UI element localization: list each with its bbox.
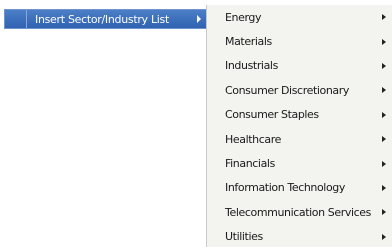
submenu-item-label: Materials <box>225 35 272 49</box>
chevron-right-icon <box>382 209 386 216</box>
sector-submenu: Energy Materials Industrials Consumer Di… <box>206 5 392 247</box>
submenu-item-industrials[interactable]: Industrials <box>207 54 392 78</box>
chevron-right-icon <box>382 160 386 167</box>
insert-sector-industry-list-item[interactable]: Insert Sector/Industry List <box>4 9 208 29</box>
context-menu-canvas: Insert Sector/Industry List Energy Mater… <box>0 0 392 247</box>
submenu-item-energy[interactable]: Energy <box>207 5 392 29</box>
menu-icon-column <box>5 10 27 28</box>
submenu-item-label: Consumer Staples <box>225 108 319 122</box>
submenu-item-label: Industrials <box>225 59 278 73</box>
chevron-right-icon <box>382 62 386 69</box>
submenu-item-information-technology[interactable]: Information Technology <box>207 176 392 200</box>
chevron-right-icon <box>382 184 386 191</box>
submenu-item-consumer-staples[interactable]: Consumer Staples <box>207 103 392 127</box>
submenu-item-utilities[interactable]: Utilities <box>207 225 392 247</box>
chevron-right-icon <box>382 233 386 240</box>
chevron-right-icon <box>197 15 201 23</box>
chevron-right-icon <box>382 87 386 94</box>
submenu-item-financials[interactable]: Financials <box>207 151 392 175</box>
chevron-right-icon <box>382 136 386 143</box>
submenu-item-label: Energy <box>225 10 262 24</box>
submenu-item-label: Consumer Discretionary <box>225 83 349 97</box>
chevron-right-icon <box>382 111 386 118</box>
submenu-item-label: Telecommunication Services <box>225 205 371 219</box>
submenu-item-label: Healthcare <box>225 132 281 146</box>
submenu-item-healthcare[interactable]: Healthcare <box>207 127 392 151</box>
submenu-item-label: Financials <box>225 157 275 171</box>
submenu-item-telecommunication-services[interactable]: Telecommunication Services <box>207 200 392 224</box>
chevron-right-icon <box>382 38 386 45</box>
parent-item-label: Insert Sector/Industry List <box>35 12 169 26</box>
chevron-right-icon <box>382 14 386 21</box>
submenu-item-materials[interactable]: Materials <box>207 29 392 53</box>
submenu-item-consumer-discretionary[interactable]: Consumer Discretionary <box>207 78 392 102</box>
submenu-item-label: Utilities <box>225 230 263 244</box>
submenu-item-label: Information Technology <box>225 181 345 195</box>
